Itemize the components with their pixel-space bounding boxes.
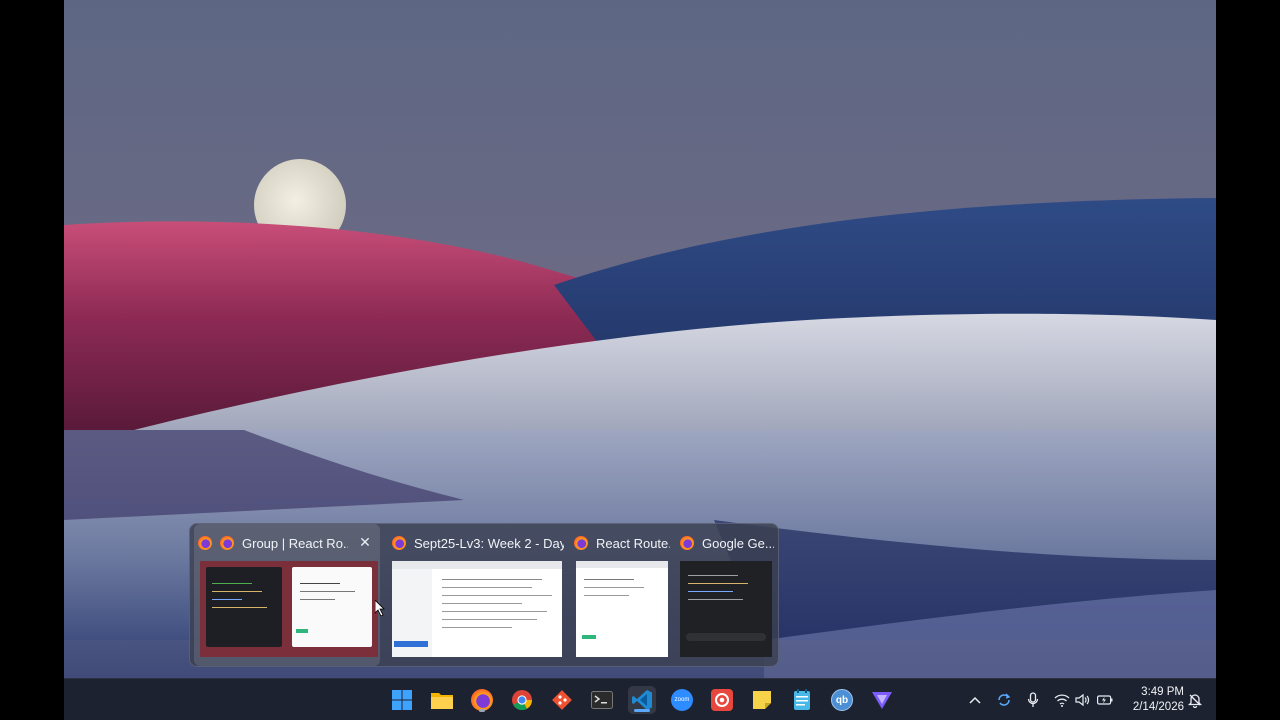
firefox-icon <box>574 536 588 550</box>
firefox-button[interactable] <box>468 686 496 714</box>
window-thumbnail <box>576 561 668 657</box>
clock[interactable]: 3:49 PM 2/14/2026 <box>1124 685 1184 715</box>
battery-charging-icon <box>1097 695 1113 705</box>
window-thumbnail <box>680 561 772 657</box>
git-icon <box>552 690 572 710</box>
vscode-button[interactable] <box>628 686 656 714</box>
screen-recorder-icon <box>711 689 733 711</box>
vpn-button[interactable] <box>868 686 896 714</box>
sync-icon <box>998 693 1011 706</box>
desktop: Group | React Ro... ✕ Sept25-Lv3: Week 2… <box>64 0 1216 720</box>
notepad-button[interactable] <box>788 686 816 714</box>
zoom-button[interactable]: zoom <box>668 686 696 714</box>
firefox-icon <box>471 689 493 711</box>
preview-item-sept25[interactable]: Sept25-Lv3: Week 2 - Day... <box>388 524 566 666</box>
close-window-button[interactable]: ✕ <box>356 534 374 552</box>
chrome-button[interactable] <box>508 686 536 714</box>
notification-bell-icon <box>1187 694 1203 708</box>
sticky-notes-button[interactable] <box>748 686 776 714</box>
chevron-up-icon <box>969 696 981 704</box>
qbittorrent-button[interactable]: qb <box>828 686 856 714</box>
sync-tray-button[interactable] <box>994 690 1014 710</box>
sticky-notes-icon <box>753 691 771 709</box>
chrome-icon <box>512 690 533 711</box>
preview-item-google[interactable]: Google Ge... <box>676 524 776 666</box>
vscode-icon <box>632 690 652 710</box>
microphone-tray-button[interactable] <box>1023 690 1043 710</box>
preview-item-react-route[interactable]: React Route... <box>570 524 672 666</box>
battery-tray-button[interactable] <box>1095 690 1115 710</box>
clock-date: 2/14/2026 <box>1132 701 1184 713</box>
screen-recorder-button[interactable] <box>708 686 736 714</box>
terminal-button[interactable] <box>588 686 616 714</box>
firefox-icon <box>680 536 694 550</box>
taskbar: zoom qb 3:49 PM 2/14/2026 <box>64 678 1216 720</box>
volume-tray-button[interactable] <box>1073 690 1093 710</box>
firefox-icon <box>220 536 234 550</box>
wifi-icon <box>1054 694 1070 707</box>
preview-title: Group | React Ro... <box>242 535 348 551</box>
running-indicator <box>479 709 485 712</box>
git-button[interactable] <box>548 686 576 714</box>
start-button[interactable] <box>388 686 416 714</box>
file-explorer-button[interactable] <box>428 686 456 714</box>
show-hidden-icons-button[interactable] <box>965 690 985 710</box>
notepad-icon <box>794 689 810 710</box>
preview-title: React Route... <box>596 535 670 551</box>
speaker-icon <box>1075 693 1090 707</box>
preview-title: Sept25-Lv3: Week 2 - Day... <box>414 535 564 551</box>
network-tray-button[interactable] <box>1052 690 1072 710</box>
windows-logo-icon <box>392 690 412 710</box>
mouse-cursor-icon <box>375 600 385 616</box>
terminal-icon <box>591 691 613 709</box>
clock-time: 3:49 PM <box>1141 686 1184 698</box>
microphone-icon <box>1027 692 1039 707</box>
window-thumbnail <box>392 561 562 657</box>
taskbar-window-preview: Group | React Ro... ✕ Sept25-Lv3: Week 2… <box>189 523 779 667</box>
qbittorrent-icon: qb <box>831 689 853 711</box>
preview-title: Google Ge... <box>702 535 774 551</box>
vpn-icon <box>872 692 892 709</box>
zoom-icon: zoom <box>671 689 693 711</box>
active-indicator <box>634 709 650 712</box>
preview-item-group-react[interactable]: Group | React Ro... ✕ <box>194 524 380 666</box>
folder-icon <box>431 693 453 709</box>
notifications-button[interactable] <box>1185 690 1205 710</box>
window-thumbnail <box>200 561 378 657</box>
firefox-icon <box>392 536 406 550</box>
firefox-icon <box>198 536 212 550</box>
